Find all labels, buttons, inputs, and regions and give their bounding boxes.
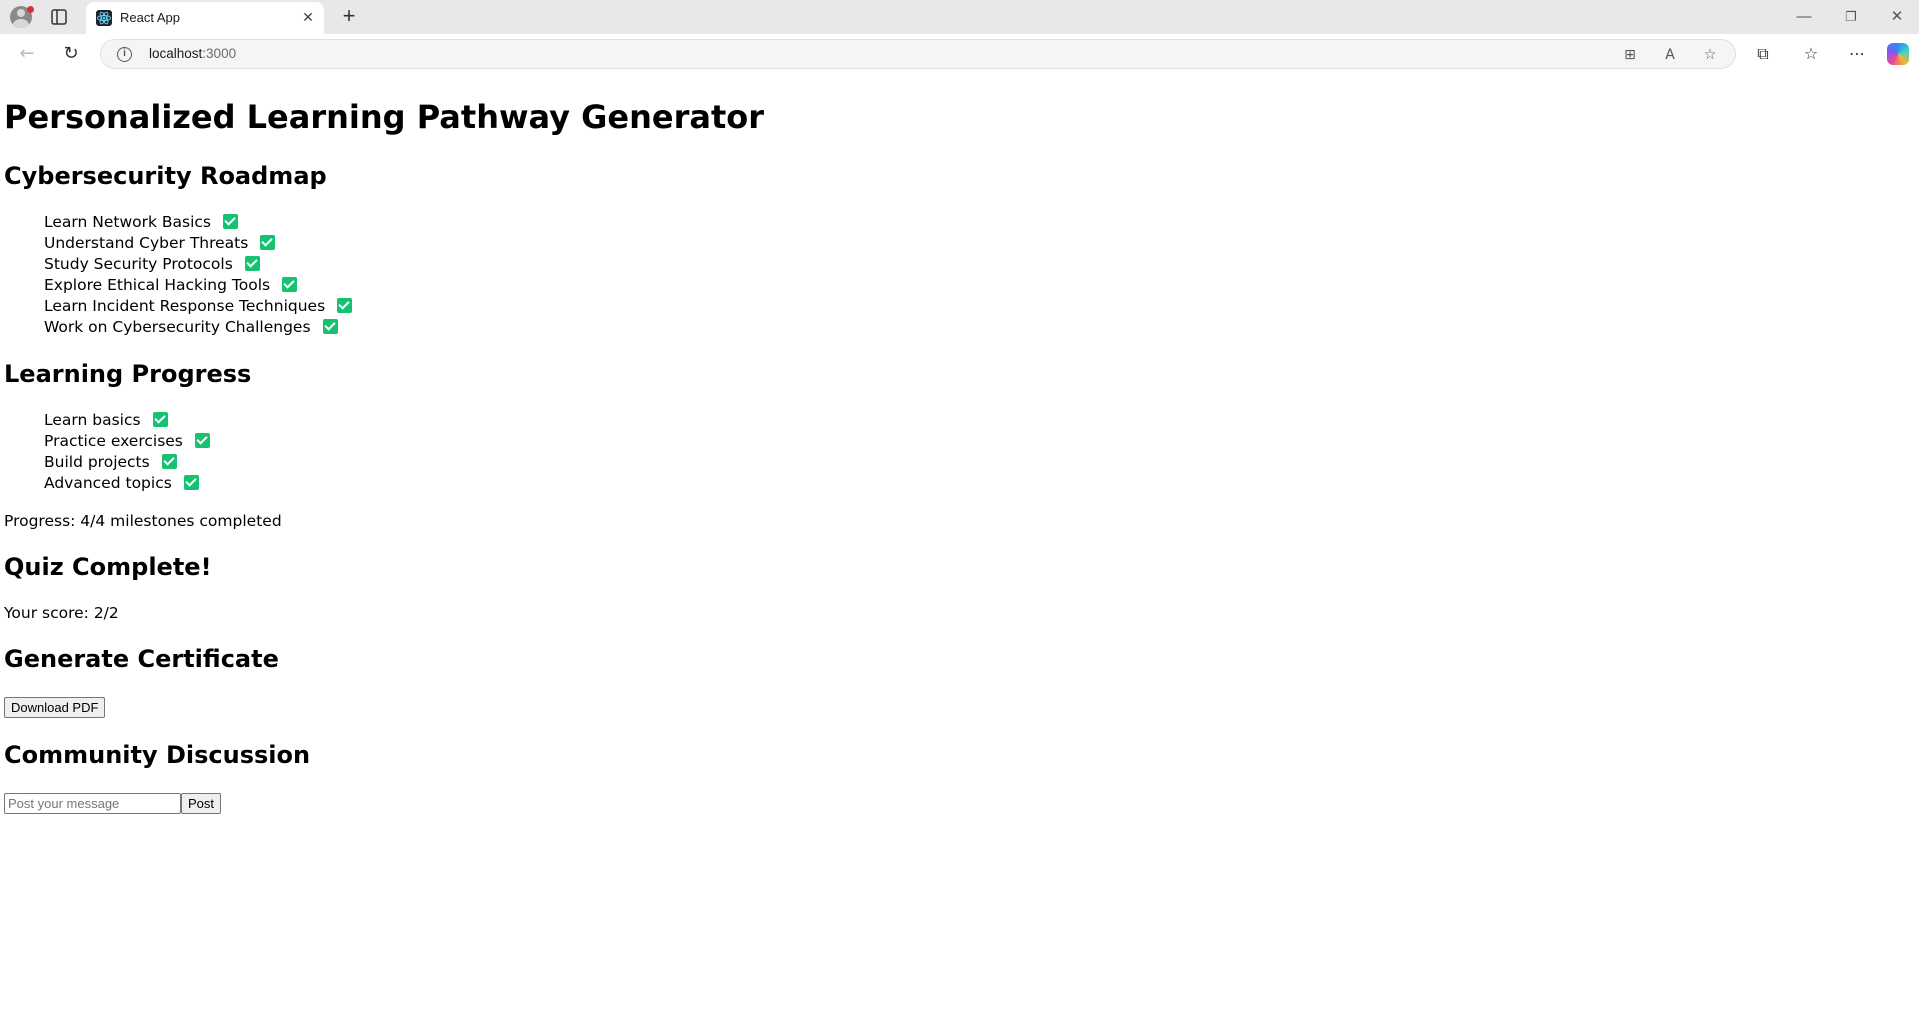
- checkbox-checked-icon[interactable]: [161, 454, 177, 469]
- list-item: Learn Network Basics: [44, 212, 352, 233]
- favorite-star-icon[interactable]: ☆: [1701, 46, 1719, 64]
- community-heading: Community Discussion: [4, 741, 311, 769]
- page-title: Personalized Learning Pathway Generator: [4, 98, 765, 136]
- list-item: Explore Ethical Hacking Tools: [44, 275, 352, 296]
- checkbox-checked-icon[interactable]: [282, 277, 298, 292]
- browser-toolbar: ← ↻ i localhost:3000 ⊞ A ☆ ⧉ ☆ ⋯: [0, 34, 1919, 74]
- roadmap-list: Learn Network Basics Understand Cyber Th…: [44, 212, 353, 338]
- notification-dot: [27, 6, 34, 13]
- app-available-icon[interactable]: ⊞: [1621, 46, 1639, 64]
- browser-tab-bar: React App ✕ + — ❐ ✕: [0, 0, 1919, 34]
- minimize-icon[interactable]: —: [1794, 7, 1814, 27]
- checkbox-checked-icon[interactable]: [152, 412, 168, 427]
- list-item: Study Security Protocols: [44, 254, 352, 275]
- address-bar[interactable]: i localhost:3000 ⊞ A ☆: [100, 39, 1736, 69]
- list-item: Learn Incident Response Techniques: [44, 296, 353, 317]
- progress-summary: Progress: 4/4 milestones completed: [4, 512, 282, 530]
- checkbox-checked-icon[interactable]: [194, 433, 210, 448]
- read-aloud-icon[interactable]: A: [1661, 46, 1679, 64]
- favorites-icon[interactable]: ☆: [1800, 43, 1822, 65]
- site-info-icon[interactable]: i: [117, 47, 132, 62]
- tab-close-icon[interactable]: ✕: [300, 10, 316, 26]
- copilot-icon[interactable]: [1887, 43, 1909, 65]
- tab-title: React App: [120, 10, 180, 25]
- browser-tab-active[interactable]: React App ✕: [86, 2, 324, 34]
- list-item: Understand Cyber Threats: [44, 233, 352, 254]
- download-pdf-button[interactable]: Download PDF: [4, 697, 106, 718]
- checkbox-checked-icon[interactable]: [223, 214, 239, 229]
- restore-icon[interactable]: ❐: [1841, 7, 1861, 27]
- list-item: Learn basics: [44, 410, 210, 431]
- page-content: Personalized Learning Pathway Generator …: [4, 74, 1915, 1025]
- url-text[interactable]: localhost:3000: [149, 46, 236, 61]
- new-tab-icon[interactable]: +: [338, 5, 360, 27]
- tab-actions-icon[interactable]: [50, 8, 68, 26]
- back-arrow-icon[interactable]: ←: [16, 43, 38, 65]
- progress-heading: Learning Progress: [4, 360, 252, 388]
- extensions-icon[interactable]: ⧉: [1752, 43, 1774, 65]
- quiz-score: Your score: 2/2: [4, 604, 119, 622]
- progress-list: Learn basics Practice exercises Build pr…: [44, 410, 210, 494]
- list-item: Practice exercises: [44, 431, 210, 452]
- checkbox-checked-icon[interactable]: [337, 298, 353, 313]
- list-item: Work on Cybersecurity Challenges: [44, 317, 352, 338]
- close-window-icon[interactable]: ✕: [1887, 7, 1907, 27]
- checkbox-checked-icon[interactable]: [183, 475, 199, 490]
- roadmap-heading: Cybersecurity Roadmap: [4, 162, 327, 190]
- list-item: Advanced topics: [44, 473, 210, 494]
- checkbox-checked-icon[interactable]: [322, 319, 338, 334]
- list-item: Build projects: [44, 452, 210, 473]
- more-options-icon[interactable]: ⋯: [1846, 43, 1868, 65]
- react-favicon-icon: [96, 10, 112, 26]
- post-button[interactable]: Post: [181, 793, 222, 814]
- quiz-heading: Quiz Complete!: [4, 553, 212, 581]
- message-input[interactable]: [4, 793, 181, 814]
- reload-icon[interactable]: ↻: [60, 43, 82, 65]
- checkbox-checked-icon[interactable]: [260, 235, 276, 250]
- certificate-heading: Generate Certificate: [4, 645, 279, 673]
- checkbox-checked-icon[interactable]: [244, 256, 260, 271]
